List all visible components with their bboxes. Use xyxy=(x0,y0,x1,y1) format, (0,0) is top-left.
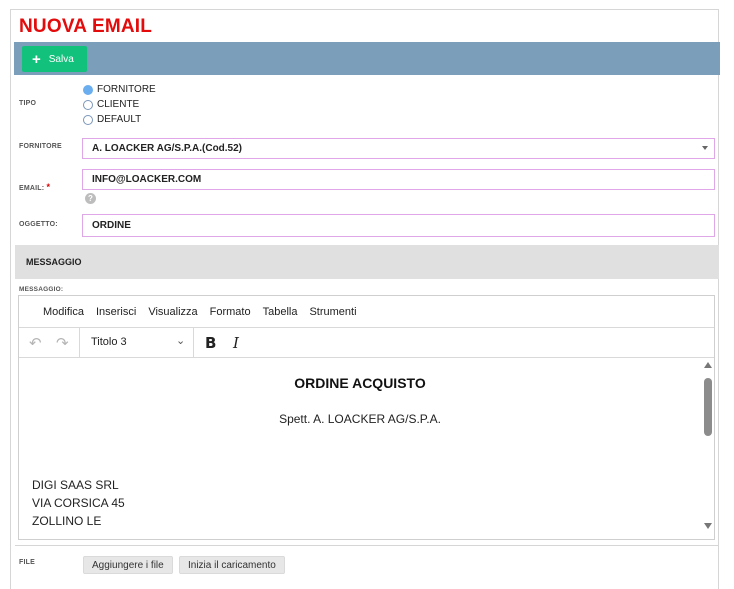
menu-visualizza[interactable]: Visualizza xyxy=(148,306,197,318)
editor-content[interactable]: ORDINE ACQUISTO Spett. A. LOACKER AG/S.P… xyxy=(19,358,701,539)
undo-icon[interactable]: ↶ xyxy=(29,334,42,352)
page-title: NUOVA EMAIL xyxy=(19,16,153,37)
oggetto-label: OGGETTO: xyxy=(19,221,58,228)
messaggio-label: MESSAGGIO: xyxy=(19,286,64,293)
italic-icon[interactable]: I xyxy=(233,334,239,352)
help-icon[interactable]: ? xyxy=(85,193,96,204)
email-label-text: EMAIL: xyxy=(19,185,45,192)
radio-default[interactable]: DEFAULT xyxy=(83,114,141,125)
message-line: DIGI SAAS SRL xyxy=(32,478,119,492)
radio-selected-icon xyxy=(83,84,93,95)
file-label: FILE xyxy=(19,559,35,566)
save-button-label: Salva xyxy=(48,53,74,65)
fornitore-select[interactable]: A. LOACKER AG/S.P.A.(Cod.52) xyxy=(82,138,715,159)
radio-label: CLIENTE xyxy=(97,99,140,110)
toolbar-divider xyxy=(79,328,80,357)
toolbar xyxy=(14,42,720,75)
message-line: ZOLLINO LE xyxy=(32,514,102,528)
bold-icon[interactable]: B xyxy=(205,334,216,352)
scrollbar-thumb[interactable] xyxy=(704,378,712,436)
chevron-down-icon[interactable]: ⌄ xyxy=(176,334,185,347)
email-field[interactable]: INFO@LOACKER.COM xyxy=(82,169,715,190)
start-upload-button[interactable]: Inizia il caricamento xyxy=(179,556,285,574)
email-label: EMAIL: * xyxy=(19,182,50,192)
menu-strumenti[interactable]: Strumenti xyxy=(309,306,356,318)
radio-label: FORNITORE xyxy=(97,84,156,95)
fornitore-label: FORNITORE xyxy=(19,143,62,150)
message-line: VIA CORSICA 45 xyxy=(32,496,125,510)
oggetto-field[interactable]: ORDINE xyxy=(82,214,715,237)
divider xyxy=(15,545,719,546)
save-button[interactable]: + Salva xyxy=(22,46,87,72)
editor-toolbar: ↶ ↷ Titolo 3 ⌄ B I xyxy=(19,327,714,358)
add-files-button[interactable]: Aggiungere i file xyxy=(83,556,173,574)
message-heading: ORDINE ACQUISTO xyxy=(294,375,426,391)
radio-fornitore[interactable]: FORNITORE xyxy=(83,84,156,95)
required-marker: * xyxy=(46,182,51,192)
editor-scrollbar[interactable] xyxy=(701,358,715,539)
scroll-down-icon[interactable] xyxy=(704,523,712,529)
redo-icon[interactable]: ↷ xyxy=(56,334,69,352)
plus-icon: + xyxy=(32,50,41,68)
oggetto-value: ORDINE xyxy=(92,220,131,231)
menu-inserisci[interactable]: Inserisci xyxy=(96,306,136,318)
menu-formato[interactable]: Formato xyxy=(210,306,251,318)
radio-unselected-icon xyxy=(83,114,93,125)
messaggio-section-header: MESSAGGIO xyxy=(15,245,719,279)
menu-tabella[interactable]: Tabella xyxy=(263,306,298,318)
radio-cliente[interactable]: CLIENTE xyxy=(83,99,139,110)
editor-menubar: Modifica Inserisci Visualizza Formato Ta… xyxy=(19,296,714,327)
radio-unselected-icon xyxy=(83,99,93,110)
chevron-down-icon xyxy=(702,146,708,150)
block-format-select[interactable]: Titolo 3 xyxy=(91,336,127,348)
radio-label: DEFAULT xyxy=(97,114,142,125)
tipo-label: TIPO xyxy=(19,100,37,107)
toolbar-divider xyxy=(193,328,194,357)
fornitore-value: A. LOACKER AG/S.P.A.(Cod.52) xyxy=(92,143,243,154)
rich-text-editor[interactable]: Modifica Inserisci Visualizza Formato Ta… xyxy=(18,295,715,540)
scroll-up-icon[interactable] xyxy=(704,362,712,368)
message-salutation: Spett. A. LOACKER AG/S.P.A. xyxy=(279,412,441,426)
menu-modifica[interactable]: Modifica xyxy=(43,306,84,318)
email-value: INFO@LOACKER.COM xyxy=(92,174,202,185)
